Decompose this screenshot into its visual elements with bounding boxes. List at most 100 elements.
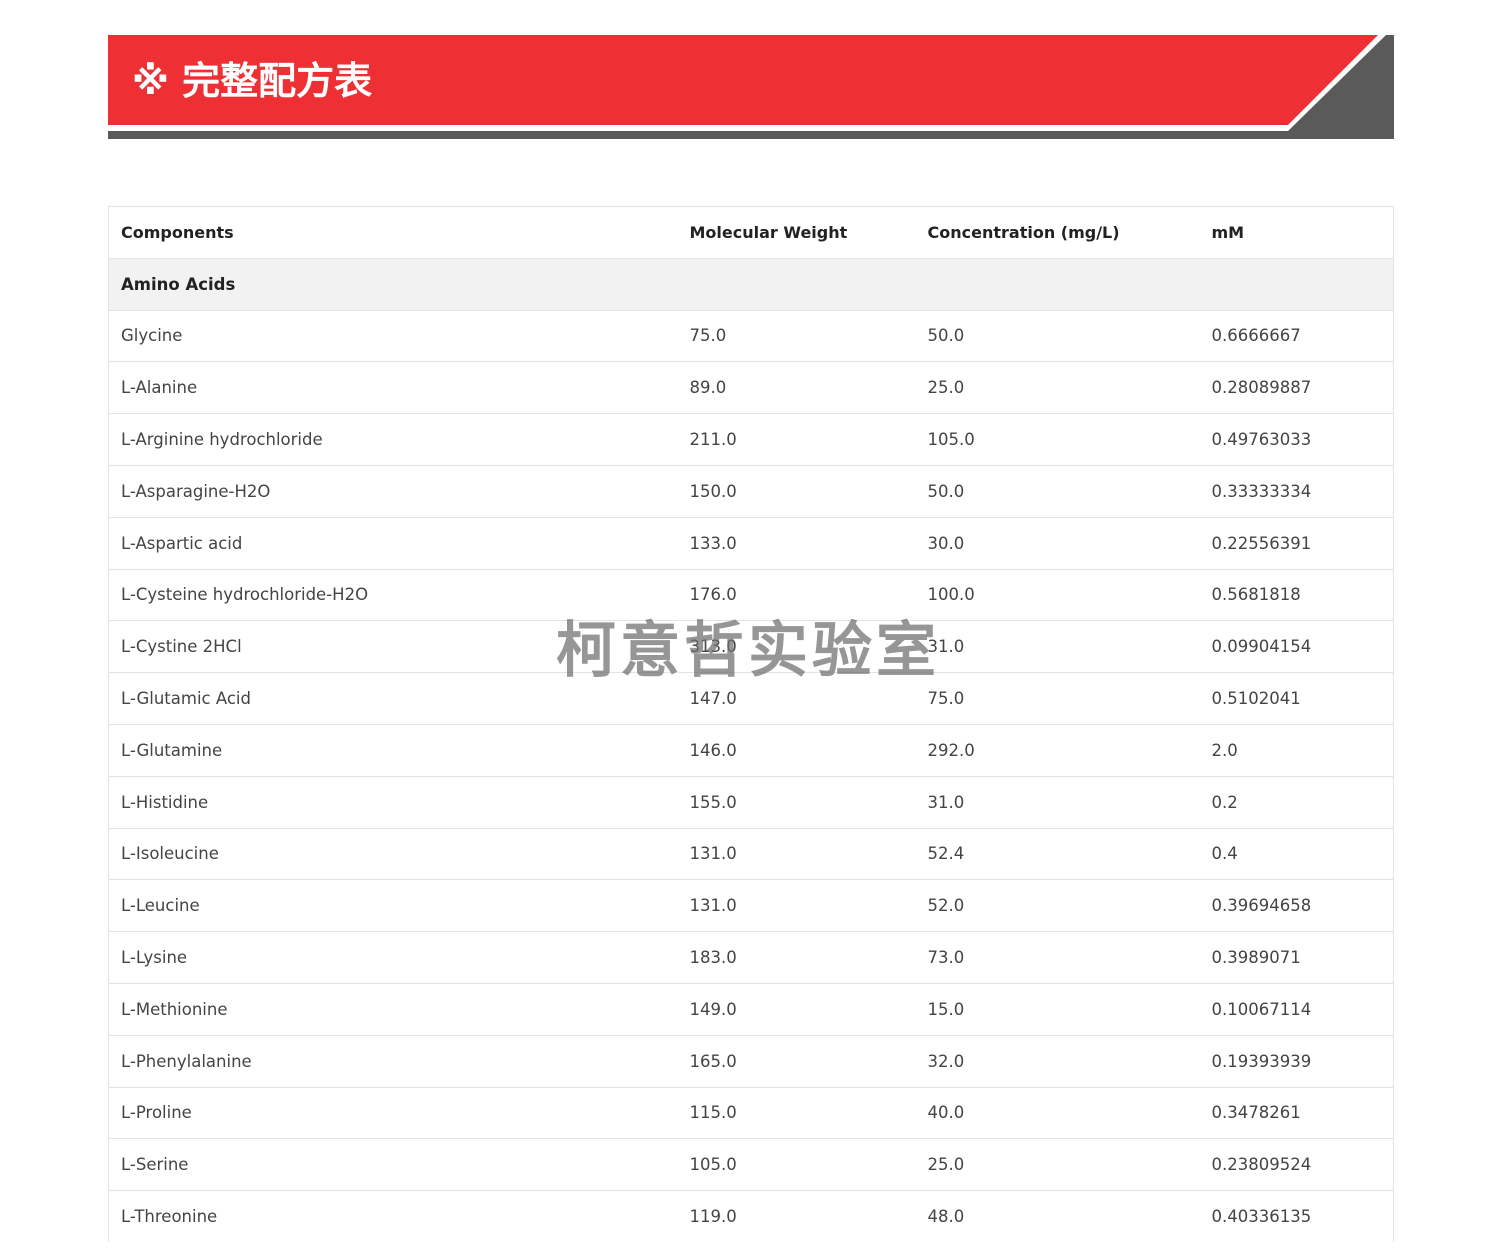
- cell-mm: 0.23809524: [1199, 1138, 1394, 1191]
- table-row: L-Glutamic Acid 147.0 75.0 0.5102041: [108, 672, 1394, 725]
- table-row: L-Serine 105.0 25.0 0.23809524: [108, 1138, 1394, 1191]
- cell-concentration: 48.0: [915, 1190, 1200, 1243]
- header-components: Components: [108, 206, 678, 259]
- header-banner: ※ 完整配方表: [108, 35, 1394, 139]
- cell-mm: 0.33333334: [1199, 464, 1394, 518]
- cell-mm: 0.19393939: [1199, 1034, 1394, 1088]
- cell-concentration: 25.0: [915, 1138, 1200, 1191]
- cell-component: L-Asparagine-H2O: [108, 464, 678, 518]
- cell-concentration: 105.0: [915, 413, 1200, 466]
- table-row: L-Histidine 155.0 31.0 0.2: [108, 775, 1394, 829]
- cell-component: L-Phenylalanine: [108, 1034, 678, 1088]
- cell-mm: 0.3989071: [1199, 931, 1394, 984]
- cell-component: L-Alanine: [108, 361, 678, 414]
- cell-component: L-Aspartic acid: [108, 516, 678, 570]
- cell-component: L-Methionine: [108, 982, 678, 1036]
- cell-component: L-Cysteine hydrochloride-H2O: [108, 568, 678, 621]
- cell-molecular-weight: 105.0: [677, 1138, 916, 1191]
- cell-molecular-weight: 150.0: [677, 464, 916, 518]
- cell-component: L-Lysine: [108, 931, 678, 984]
- cell-component: L-Arginine hydrochloride: [108, 413, 678, 466]
- cell-molecular-weight: 313.0: [677, 620, 916, 673]
- cell-mm: 0.2: [1199, 775, 1394, 829]
- cell-concentration: 15.0: [915, 982, 1200, 1036]
- cell-component: L-Glutamic Acid: [108, 672, 678, 725]
- cell-component: L-Isoleucine: [108, 827, 678, 880]
- table-row: L-Phenylalanine 165.0 32.0 0.19393939: [108, 1034, 1394, 1088]
- cell-concentration: 52.4: [915, 827, 1200, 880]
- table-row: L-Proline 115.0 40.0 0.3478261: [108, 1086, 1394, 1139]
- cell-molecular-weight: 115.0: [677, 1086, 916, 1139]
- cell-concentration: 75.0: [915, 672, 1200, 725]
- table-row: L-Alanine 89.0 25.0 0.28089887: [108, 361, 1394, 414]
- cell-molecular-weight: 75.0: [677, 309, 916, 362]
- cell-mm: 0.6666667: [1199, 309, 1394, 362]
- header-molecular-weight: Molecular Weight: [677, 206, 916, 259]
- table-body: Amino Acids Glycine 75.0 50.0 0.6666667 L-Al…: [108, 257, 1394, 1243]
- cell-concentration: 30.0: [915, 516, 1200, 570]
- cell-mm: 0.09904154: [1199, 620, 1394, 673]
- header-concentration: Concentration (mg/L): [915, 206, 1200, 259]
- cell-molecular-weight: 89.0: [677, 361, 916, 414]
- table-row: L-Threonine 119.0 48.0 0.40336135: [108, 1190, 1394, 1243]
- section-title: Amino Acids: [108, 257, 1394, 311]
- cell-concentration: 32.0: [915, 1034, 1200, 1088]
- cell-molecular-weight: 183.0: [677, 931, 916, 984]
- page-title: ※ 完整配方表: [132, 59, 373, 103]
- cell-concentration: 31.0: [915, 620, 1200, 673]
- cell-component: L-Cystine 2HCl: [108, 620, 678, 673]
- cell-component: L-Histidine: [108, 775, 678, 829]
- cell-concentration: 25.0: [915, 361, 1200, 414]
- cell-molecular-weight: 211.0: [677, 413, 916, 466]
- table-row: L-Arginine hydrochloride 211.0 105.0 0.4976…: [108, 413, 1394, 466]
- cell-mm: 0.49763033: [1199, 413, 1394, 466]
- cell-mm: 0.3478261: [1199, 1086, 1394, 1139]
- cell-molecular-weight: 155.0: [677, 775, 916, 829]
- cell-concentration: 40.0: [915, 1086, 1200, 1139]
- cell-concentration: 31.0: [915, 775, 1200, 829]
- table-row: L-Isoleucine 131.0 52.4 0.4: [108, 827, 1394, 880]
- cell-component: L-Leucine: [108, 879, 678, 932]
- cell-mm: 2.0: [1199, 723, 1394, 777]
- cell-molecular-weight: 176.0: [677, 568, 916, 621]
- cell-mm: 0.5681818: [1199, 568, 1394, 621]
- cell-component: Glycine: [108, 309, 678, 362]
- table-row: L-Cysteine hydrochloride-H2O 176.0 100.0 0.…: [108, 568, 1394, 621]
- cell-component: L-Proline: [108, 1086, 678, 1139]
- cell-molecular-weight: 131.0: [677, 827, 916, 880]
- cell-mm: 0.39694658: [1199, 879, 1394, 932]
- cell-mm: 0.28089887: [1199, 361, 1394, 414]
- cell-molecular-weight: 133.0: [677, 516, 916, 570]
- cell-component: L-Serine: [108, 1138, 678, 1191]
- cell-molecular-weight: 146.0: [677, 723, 916, 777]
- cell-mm: 0.22556391: [1199, 516, 1394, 570]
- cell-molecular-weight: 165.0: [677, 1034, 916, 1088]
- cell-molecular-weight: 119.0: [677, 1190, 916, 1243]
- table-row: L-Asparagine-H2O 150.0 50.0 0.33333334: [108, 464, 1394, 518]
- table-header-row: Components Molecular Weight Concentratio…: [108, 206, 1394, 259]
- cell-concentration: 73.0: [915, 931, 1200, 984]
- cell-molecular-weight: 149.0: [677, 982, 916, 1036]
- cell-concentration: 100.0: [915, 568, 1200, 621]
- table-row: L-Lysine 183.0 73.0 0.3989071: [108, 931, 1394, 984]
- cell-concentration: 292.0: [915, 723, 1200, 777]
- cell-concentration: 52.0: [915, 879, 1200, 932]
- cell-component: L-Threonine: [108, 1190, 678, 1243]
- table-row: L-Glutamine 146.0 292.0 2.0: [108, 723, 1394, 777]
- cell-molecular-weight: 131.0: [677, 879, 916, 932]
- header-mm: mM: [1199, 206, 1394, 259]
- table-row: L-Leucine 131.0 52.0 0.39694658: [108, 879, 1394, 932]
- table-row: L-Cystine 2HCl 313.0 31.0 0.09904154: [108, 620, 1394, 673]
- cell-component: L-Glutamine: [108, 723, 678, 777]
- cell-mm: 0.40336135: [1199, 1190, 1394, 1243]
- cell-concentration: 50.0: [915, 464, 1200, 518]
- cell-molecular-weight: 147.0: [677, 672, 916, 725]
- cell-mm: 0.4: [1199, 827, 1394, 880]
- cell-concentration: 50.0: [915, 309, 1200, 362]
- table-row: Glycine 75.0 50.0 0.6666667: [108, 309, 1394, 362]
- table-row: L-Aspartic acid 133.0 30.0 0.22556391: [108, 516, 1394, 570]
- cell-mm: 0.5102041: [1199, 672, 1394, 725]
- table-row: L-Methionine 149.0 15.0 0.10067114: [108, 982, 1394, 1036]
- section-row-amino-acids: Amino Acids: [108, 257, 1394, 311]
- formula-table: Components Molecular Weight Concentratio…: [108, 206, 1394, 1243]
